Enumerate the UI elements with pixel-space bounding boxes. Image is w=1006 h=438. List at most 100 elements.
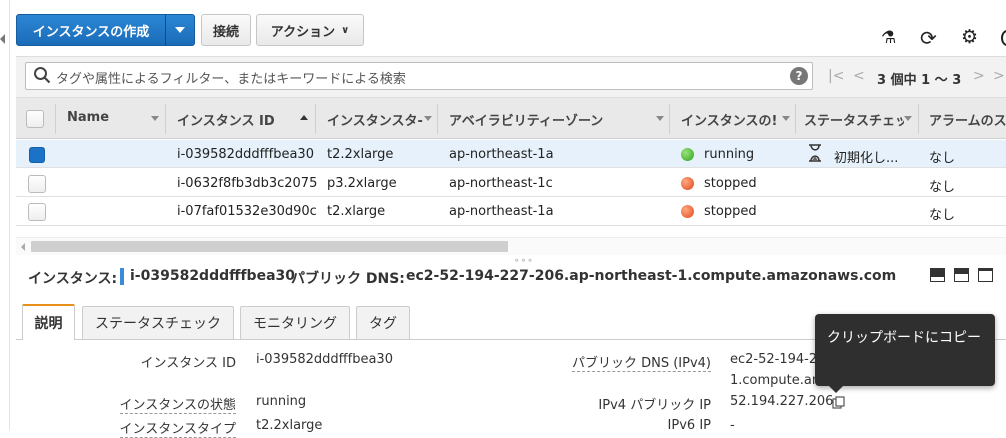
instance-color-marker (120, 268, 124, 285)
scroll-left-icon[interactable] (21, 243, 25, 251)
select-all-checkbox[interactable] (26, 110, 44, 128)
column-divider (669, 104, 670, 134)
cell-instance-type: t2.2xlarge (327, 147, 394, 162)
row-checkbox[interactable] (28, 175, 46, 193)
column-divider (918, 104, 919, 134)
tooltip-text: クリップボードにコピー (827, 330, 981, 346)
copy-tooltip: クリップボードにコピー (815, 314, 995, 386)
column-divider (165, 104, 166, 134)
create-instance-label: インスタンスの作成 (32, 24, 150, 40)
create-instance-dropdown-button[interactable] (165, 14, 195, 46)
detail-dns-value: ec2-52-194-227-206.ap-northeast-1.comput… (406, 268, 897, 284)
connect-button[interactable]: 接続 (201, 14, 251, 46)
create-instance-button[interactable]: インスタンスの作成 (16, 14, 166, 46)
sort-icon[interactable] (782, 116, 790, 121)
instance-state-label: インスタンスの状態 (119, 394, 236, 414)
detail-instance-label: インスタンス: (28, 271, 118, 287)
connect-label: 接続 (212, 24, 239, 40)
cell-instance-type: t2.xlarge (327, 204, 386, 219)
column-header-availability-zone[interactable]: アベイラビリティーゾーン (449, 110, 649, 129)
sort-icon[interactable] (151, 116, 159, 121)
ipv6-ip-value: - (730, 418, 735, 433)
cell-instance-state: stopped (704, 176, 757, 191)
cell-instance-id: i-039582dddfffbea30 (177, 147, 314, 162)
layout-bottom-icon[interactable] (930, 268, 945, 282)
search-placeholder: タグや属性によるフィルター、またはキーワードによる検索 (56, 72, 406, 87)
sort-icon[interactable] (424, 116, 432, 121)
column-header-alarm-status[interactable]: アラームのス (929, 110, 1006, 129)
column-divider (55, 104, 56, 134)
column-header-instance-state[interactable]: インスタンスの! (681, 110, 781, 129)
actions-label: アクション (270, 24, 336, 40)
instance-state-value: running (256, 394, 307, 409)
cell-instance-state: stopped (704, 204, 757, 219)
ipv4-public-ip-value: 52.194.227.206 (730, 394, 834, 409)
left-panel-strip (0, 0, 10, 430)
row-checkbox[interactable] (28, 203, 46, 221)
scrollbar-thumb[interactable] (31, 241, 508, 252)
tab-monitoring[interactable]: モニタリング (240, 306, 350, 339)
last-page-icon[interactable]: >| (993, 68, 1006, 84)
cell-alarm-status: なし (929, 208, 956, 223)
resize-grip[interactable]: ∘∘∘ (514, 256, 534, 266)
help-icon[interactable] (1001, 30, 1006, 46)
stopped-status-icon (681, 205, 694, 218)
search-help-icon[interactable]: ? (790, 67, 808, 85)
tab-label: モニタリング (253, 316, 337, 332)
tab-label: タグ (369, 316, 397, 332)
cell-alarm-status: なし (929, 180, 956, 195)
cell-instance-id: i-07faf01532e30d90c (177, 204, 317, 219)
copy-icon[interactable] (832, 396, 845, 409)
column-header-name[interactable]: Name (67, 110, 147, 125)
instance-type-label: インスタンスタイプ (119, 418, 236, 438)
column-divider (315, 104, 316, 134)
next-page-icon[interactable]: > (973, 68, 985, 84)
cell-status-check: 初期化し... (834, 151, 899, 166)
tab-status-check[interactable]: ステータスチェック (82, 306, 234, 339)
column-divider (437, 104, 438, 134)
stopped-status-icon (681, 177, 694, 190)
cell-availability-zone: ap-northeast-1c (449, 176, 553, 191)
first-page-icon[interactable]: |< (828, 68, 844, 84)
cell-alarm-status: なし (929, 151, 956, 166)
gear-icon[interactable]: ⚙ (961, 26, 978, 48)
ipv4-public-ip-label: IPv4 パブリック IP (598, 398, 711, 413)
column-divider (795, 104, 796, 134)
tab-description[interactable]: 説明 (22, 304, 75, 340)
cell-availability-zone: ap-northeast-1a (449, 204, 554, 219)
chevron-down-icon: ∨ (341, 24, 350, 36)
tooltip-arrow (829, 386, 843, 393)
ipv6-ip-label: IPv6 IP (667, 418, 711, 433)
sort-icon[interactable] (656, 116, 664, 121)
search-icon (34, 67, 51, 84)
instance-id-label: インスタンス ID (140, 356, 236, 371)
public-dns-label: パブリック DNS (IPv4) (571, 352, 711, 372)
cell-instance-type: p3.2xlarge (327, 176, 397, 191)
sort-icon[interactable] (904, 116, 912, 121)
cell-instance-state: running (704, 147, 755, 162)
collapse-left-icon[interactable] (0, 34, 5, 44)
tab-tags[interactable]: タグ (356, 306, 410, 339)
public-dns-value-line1: ec2-52-194-22 (730, 352, 826, 367)
layout-split-icon[interactable] (954, 268, 969, 282)
hourglass-icon (809, 144, 821, 162)
actions-button[interactable]: アクション ∨ (256, 14, 364, 46)
detail-instance-id: i-039582dddfffbea30 (130, 268, 295, 284)
row-checkbox[interactable] (29, 147, 45, 163)
layout-full-icon[interactable] (978, 268, 993, 282)
flask-icon[interactable]: ⚗ (881, 28, 896, 48)
tab-label: 説明 (34, 316, 63, 332)
refresh-icon[interactable]: ⟳ (920, 26, 937, 50)
cell-availability-zone: ap-northeast-1a (449, 147, 554, 162)
page-range: 3 個中 1 ～ 3 (877, 73, 962, 88)
instance-type-value: t2.2xlarge (256, 418, 323, 433)
sort-ascending-icon[interactable] (300, 115, 308, 120)
prev-page-icon[interactable]: < (853, 68, 865, 84)
column-header-status-check[interactable]: ステータスチェッ (804, 110, 904, 129)
chevron-down-icon (175, 27, 185, 33)
running-status-icon (681, 148, 694, 161)
column-header-instance-id[interactable]: インスタンス ID (177, 110, 292, 129)
column-header-instance-type[interactable]: インスタンスタ- (327, 110, 423, 129)
tab-label: ステータスチェック (95, 316, 221, 332)
instance-id-value: i-039582dddfffbea30 (256, 352, 393, 367)
